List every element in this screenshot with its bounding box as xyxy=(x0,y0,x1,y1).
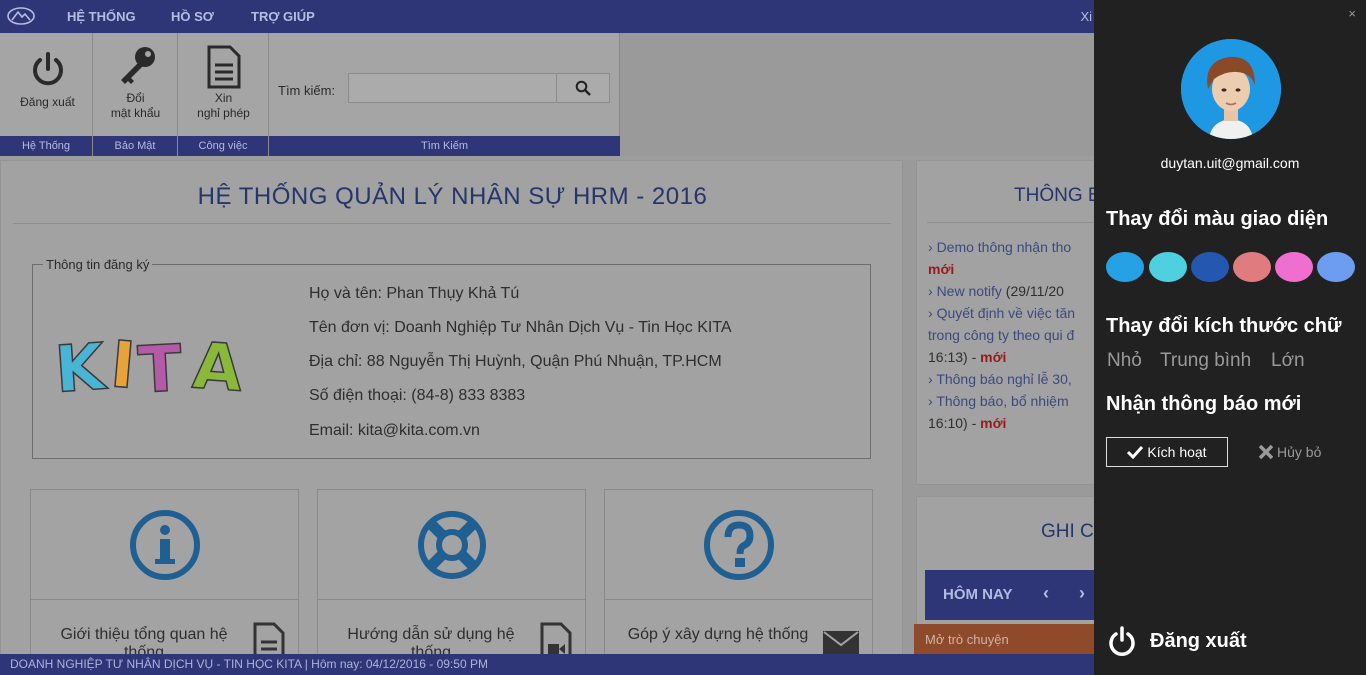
notification-item-cont[interactable]: trong công ty theo qui đ xyxy=(928,327,1074,343)
card-feedback-title: Góp ý xây dựng hệ thống xyxy=(627,626,809,643)
theme-swatch-pink[interactable] xyxy=(1275,252,1313,282)
cancel-label: Hủy bỏ xyxy=(1277,444,1322,460)
notifications-divider xyxy=(927,222,1094,223)
settings-panel: × duytan.uit@gmail.com Thay đổi màu giao… xyxy=(1094,0,1366,675)
font-size-heading: Thay đổi kích thước chữ xyxy=(1106,315,1342,337)
info-unit: Tên đơn vị: Doanh Nghiệp Tư Nhân Dịch Vụ… xyxy=(309,319,732,336)
notifications-heading: Nhận thông báo mới xyxy=(1106,393,1302,415)
lifebuoy-icon xyxy=(417,510,486,579)
power-icon xyxy=(1109,626,1135,656)
notification-item-date: 16:13) - mới xyxy=(928,349,1007,365)
panel-logout-label: Đăng xuất xyxy=(1150,629,1247,652)
ribbon-logout-label: Đăng xuất xyxy=(20,95,75,109)
today-bar: HÔM NAY ‹ › xyxy=(925,570,1094,620)
notification-new-badge: mới xyxy=(928,261,955,277)
dashboard-panel: HỆ THỐNG QUẢN LÝ NHÂN SỰ HRM - 2016 Thôn… xyxy=(0,160,903,664)
info-icon xyxy=(129,509,200,580)
ribbon-group-label: Bảo Mật xyxy=(93,136,177,156)
topbar-user-text[interactable]: Xi xyxy=(1080,9,1092,24)
cancel-button[interactable]: Hủy bỏ xyxy=(1258,437,1321,467)
ribbon-group-work: Xin nghỉ phép Công việc xyxy=(178,33,269,156)
svg-text:K: K xyxy=(53,330,110,405)
notifications-title: THÔNG B xyxy=(1014,185,1094,206)
ribbon-group-security: Đổi mật khẩu Bảo Mật xyxy=(93,33,178,156)
theme-swatch-cyan[interactable] xyxy=(1149,252,1187,282)
close-panel-button[interactable]: × xyxy=(1348,6,1356,21)
status-bar: DOANH NGHIỆP TƯ NHÂN DỊCH VỤ - TIN HỌC K… xyxy=(0,654,1094,675)
ribbon-change-password-button[interactable]: Đổi mật khẩu xyxy=(98,39,173,121)
ribbon-group-label: Tìm Kiếm xyxy=(269,136,620,156)
notification-item-date: 16:10) - mới xyxy=(928,415,1007,431)
card-guide[interactable]: Hướng dẫn sử dụng hệ thống xyxy=(317,489,586,664)
avatar[interactable] xyxy=(1181,39,1281,139)
menu-tro-giup[interactable]: TRỢ GIÚP xyxy=(251,9,315,24)
search-button[interactable] xyxy=(556,73,610,103)
ribbon-group-system: Đăng xuất Hệ Thống xyxy=(0,33,93,156)
page-title: HỆ THỐNG QUẢN LÝ NHÂN SỰ HRM - 2016 xyxy=(197,183,708,210)
close-icon xyxy=(1258,444,1274,460)
check-icon xyxy=(1127,445,1144,459)
ribbon-group-label: Hệ Thống xyxy=(0,136,92,156)
ribbon-leave-request-button[interactable]: Xin nghỉ phép xyxy=(186,39,261,121)
info-address: Địa chỉ: 88 Nguyễn Thị Huỳnh, Quận Phú N… xyxy=(309,353,722,370)
ribbon-logout-button[interactable]: Đăng xuất xyxy=(10,39,85,110)
notification-item[interactable]: › Demo thông nhận tho xyxy=(928,239,1071,255)
font-size-medium[interactable]: Trung bình xyxy=(1160,350,1251,372)
ribbon-leave-label: Xin nghỉ phép xyxy=(197,91,250,120)
open-chat-button[interactable]: Mở trò chuyện xyxy=(914,624,1094,655)
notification-item[interactable]: › Thông báo, bổ nhiệm xyxy=(928,393,1069,409)
ribbon-toolbar: Đăng xuất Hệ Thống Đổi mật khẩu Bảo Mật … xyxy=(0,33,620,156)
notification-item[interactable]: › New notify (29/11/20 xyxy=(928,283,1064,299)
power-icon xyxy=(32,52,63,86)
search-icon xyxy=(575,80,591,96)
app-logo-icon[interactable] xyxy=(6,5,36,27)
user-email: duytan.uit@gmail.com xyxy=(1160,155,1300,171)
kita-logo: K I T A xyxy=(53,327,246,405)
info-name: Họ và tên: Phan Thụy Khả Tú xyxy=(309,285,520,302)
activate-button[interactable]: Kích hoạt xyxy=(1106,437,1228,467)
theme-swatch-salmon[interactable] xyxy=(1233,252,1271,282)
theme-swatch-navy[interactable] xyxy=(1191,252,1229,282)
notes-title: GHI C xyxy=(1041,521,1094,542)
avatar-photo xyxy=(1181,39,1281,139)
question-icon xyxy=(703,509,774,580)
key-icon xyxy=(120,47,155,84)
prev-day-button[interactable]: ‹ xyxy=(1043,583,1049,604)
today-label: HÔM NAY xyxy=(943,586,1013,603)
search-label: Tìm kiếm: xyxy=(278,83,336,98)
menu-he-thong[interactable]: HỆ THỐNG xyxy=(67,9,136,24)
ribbon-password-label: Đổi mật khẩu xyxy=(110,91,161,120)
menu-ho-so[interactable]: HỒ SƠ xyxy=(171,9,214,24)
info-email: Email: kita@kita.com.vn xyxy=(309,422,480,439)
theme-color-heading: Thay đổi màu giao diện xyxy=(1106,208,1329,230)
document-icon xyxy=(207,45,240,89)
font-size-large[interactable]: Lớn xyxy=(1271,350,1305,372)
svg-text:A: A xyxy=(190,329,245,405)
registration-legend: Thông tin đăng ký xyxy=(43,257,153,272)
ribbon-group-label: Công việc xyxy=(178,136,268,156)
card-feedback[interactable]: Góp ý xây dựng hệ thống xyxy=(604,489,873,664)
notification-item[interactable]: › Quyết định về việc tăn xyxy=(928,305,1075,321)
theme-swatch-blue[interactable] xyxy=(1106,252,1144,282)
activate-label: Kích hoạt xyxy=(1147,444,1207,460)
main-window: HỆ THỐNG HỒ SƠ TRỢ GIÚP Xi Đăng xuất Hệ … xyxy=(0,0,1094,675)
card-overview[interactable]: Giới thiệu tổng quan hệ thống xyxy=(30,489,299,664)
registration-info-box: Thông tin đăng ký K I T A Họ và tên: Pha… xyxy=(32,257,871,459)
title-divider xyxy=(13,223,891,224)
panel-logout-button[interactable]: Đăng xuất xyxy=(1108,626,1247,656)
next-day-button[interactable]: › xyxy=(1079,583,1085,604)
top-menu-bar: HỆ THỐNG HỒ SƠ TRỢ GIÚP Xi xyxy=(0,0,1094,33)
notifications-panel: THÔNG B › Demo thông nhận tho mới › New … xyxy=(916,160,1094,485)
info-phone: Số điện thoại: (84-8) 833 8383 xyxy=(309,387,526,404)
font-size-small[interactable]: Nhỏ xyxy=(1107,350,1142,372)
notification-item[interactable]: › Thông báo nghỉ lễ 30, xyxy=(928,371,1072,387)
svg-text:T: T xyxy=(136,332,184,405)
theme-swatch-periwinkle[interactable] xyxy=(1317,252,1355,282)
svg-text:I: I xyxy=(108,328,138,404)
